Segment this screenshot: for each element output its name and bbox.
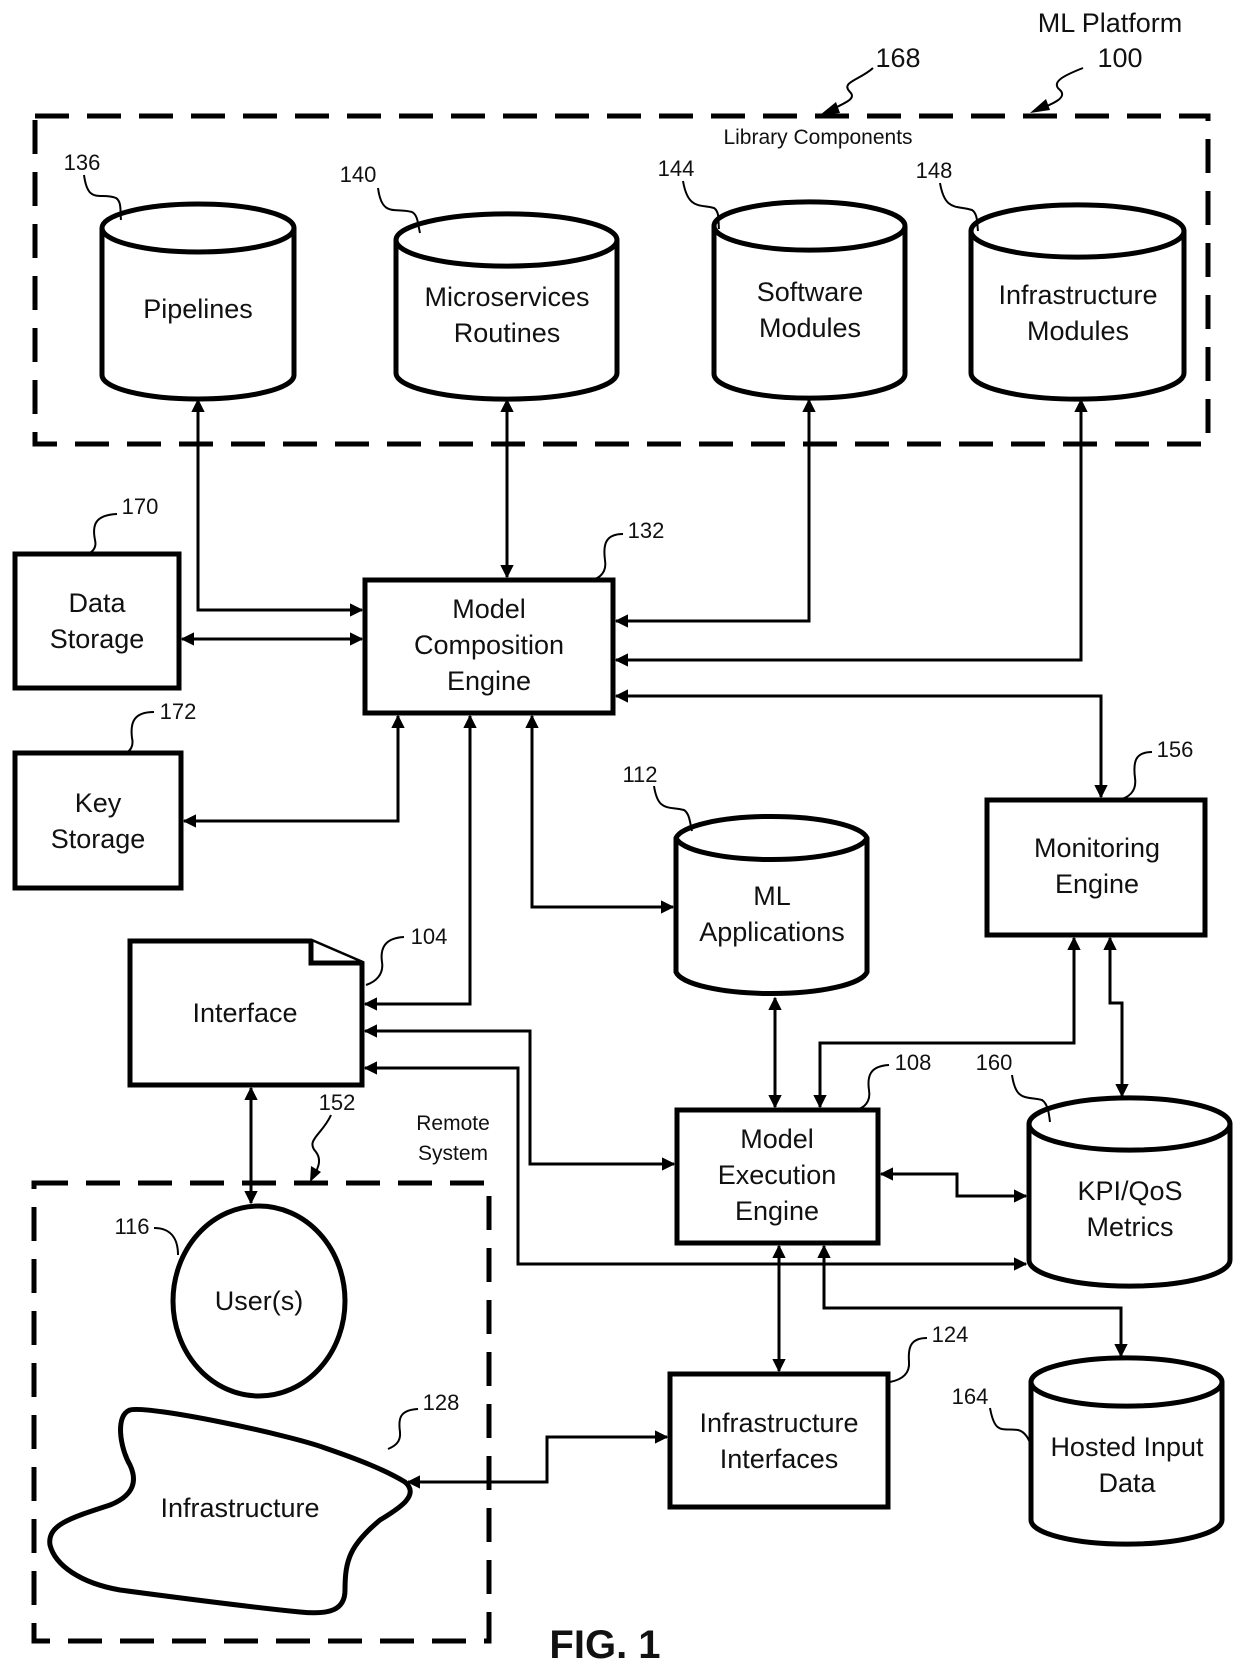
microservices-label-2: Routines — [454, 318, 561, 348]
software-modules-ref: 144 — [658, 156, 695, 181]
mee-label-2: Execution — [718, 1160, 837, 1190]
data-storage-box[interactable]: Data Storage — [12, 551, 182, 691]
infra-interfaces-label-1: Infrastructure — [699, 1408, 858, 1438]
library-leader-arrow — [820, 102, 840, 115]
key-storage-leader — [125, 711, 155, 754]
conn-keystorage-mce — [182, 714, 405, 828]
pipelines-store[interactable]: Pipelines — [99, 201, 297, 402]
users-ref: 116 — [114, 1214, 149, 1239]
remote-leader-arrow — [310, 1166, 321, 1182]
ml-platform-diagram: ML Platform 100 168 Library Components P… — [12, 8, 1233, 1667]
key-storage-ref: 172 — [160, 699, 197, 724]
software-modules-store[interactable]: Software Modules — [711, 199, 908, 401]
infrastructure-leader — [387, 1408, 419, 1450]
mee-label-1: Model — [740, 1124, 814, 1154]
ml-applications-ref: 112 — [622, 762, 657, 787]
monitoring-leader — [1117, 751, 1153, 801]
platform-leader-arrow — [1030, 99, 1050, 113]
microservices-routines-store[interactable]: Microservices Routines — [393, 211, 620, 402]
ml-applications-leader — [653, 785, 693, 832]
hosted-input-label-2: Data — [1098, 1468, 1156, 1498]
conn-mee-kpi — [879, 1167, 1028, 1203]
infra-interfaces-ref: 124 — [932, 1322, 969, 1347]
conn-infra-interfaces-infrastructure — [406, 1430, 669, 1489]
conn-monitoring-kpi — [1103, 936, 1129, 1098]
hosted-input-label-1: Hosted Input — [1050, 1432, 1204, 1462]
model-execution-engine-box[interactable]: Model Execution Engine — [674, 1107, 881, 1246]
monitoring-label-2: Engine — [1055, 869, 1139, 899]
key-storage-box[interactable]: Key Storage — [12, 750, 184, 891]
hosted-input-leader — [989, 1407, 1033, 1448]
infrastructure-modules-ref: 148 — [916, 158, 953, 183]
data-storage-leader — [87, 513, 118, 555]
users-circle[interactable]: User(s) — [170, 1203, 348, 1399]
microservices-ref: 140 — [340, 162, 377, 187]
monitoring-label-1: Monitoring — [1034, 833, 1160, 863]
kpi-label-1: KPI/QoS — [1077, 1176, 1182, 1206]
ml-applications-store[interactable]: ML Applications — [673, 813, 870, 997]
mce-label-1: Model — [452, 594, 526, 624]
mce-ref: 132 — [628, 518, 665, 543]
infrastructure-modules-label-1: Infrastructure — [998, 280, 1157, 310]
interface-label: Interface — [192, 998, 297, 1028]
remote-title-1: Remote — [416, 1112, 490, 1135]
interface-document[interactable]: Interface — [127, 938, 365, 1088]
mee-leader — [855, 1064, 890, 1111]
ml-applications-label-2: Applications — [699, 917, 845, 947]
conn-mce-mlapps — [525, 714, 675, 914]
infrastructure-modules-label-2: Modules — [1027, 316, 1129, 346]
kpi-qos-metrics-store[interactable]: KPI/QoS Metrics — [1026, 1095, 1233, 1289]
mee-label-3: Engine — [735, 1196, 819, 1226]
hosted-input-data-store[interactable]: Hosted Input Data — [1028, 1355, 1225, 1547]
library-ref: 168 — [875, 43, 920, 73]
key-storage-label-1: Key — [75, 788, 122, 818]
infrastructure-interfaces-box[interactable]: Infrastructure Interfaces — [667, 1371, 891, 1510]
figure-caption: FIG. 1 — [549, 1623, 660, 1667]
infrastructure-ref: 128 — [423, 1390, 460, 1415]
platform-title: ML Platform — [1038, 8, 1183, 38]
conn-software-mce — [614, 398, 816, 628]
hosted-input-ref: 164 — [952, 1384, 989, 1409]
users-leader — [153, 1227, 179, 1256]
conn-mce-monitoring — [614, 689, 1108, 799]
conn-interface-mce — [363, 714, 477, 1011]
conn-pipelines-mce — [191, 398, 364, 617]
users-label: User(s) — [215, 1286, 304, 1316]
interface-leader — [365, 936, 405, 986]
infra-interfaces-leader — [889, 1337, 928, 1383]
software-modules-label-2: Modules — [759, 313, 861, 343]
pipelines-ref: 136 — [64, 150, 101, 175]
library-title: Library Components — [723, 126, 912, 149]
data-storage-ref: 170 — [122, 494, 159, 519]
monitoring-engine-box[interactable]: Monitoring Engine — [984, 797, 1208, 938]
ml-applications-label-1: ML — [753, 881, 791, 911]
mce-label-3: Engine — [447, 666, 531, 696]
mce-leader — [591, 533, 624, 581]
data-storage-label-2: Storage — [50, 624, 145, 654]
infrastructure-label: Infrastructure — [160, 1493, 319, 1523]
data-storage-label-1: Data — [68, 588, 126, 618]
model-composition-engine-box[interactable]: Model Composition Engine — [362, 577, 616, 716]
mee-ref: 108 — [895, 1050, 932, 1075]
platform-ref: 100 — [1097, 43, 1142, 73]
key-storage-label-2: Storage — [51, 824, 146, 854]
infrastructure-cloud[interactable]: Infrastructure — [47, 1406, 413, 1616]
infra-interfaces-label-2: Interfaces — [720, 1444, 839, 1474]
kpi-ref: 160 — [976, 1050, 1013, 1075]
infrastructure-modules-store[interactable]: Infrastructure Modules — [968, 202, 1187, 402]
monitoring-ref: 156 — [1157, 737, 1194, 762]
microservices-label-1: Microservices — [424, 282, 589, 312]
remote-title-2: System — [418, 1142, 488, 1165]
software-modules-label-1: Software — [757, 277, 864, 307]
kpi-label-2: Metrics — [1087, 1212, 1174, 1242]
pipelines-label: Pipelines — [143, 294, 253, 324]
remote-leader — [311, 1114, 332, 1177]
mce-label-2: Composition — [414, 630, 564, 660]
remote-ref: 152 — [319, 1090, 356, 1115]
interface-ref: 104 — [411, 924, 448, 949]
